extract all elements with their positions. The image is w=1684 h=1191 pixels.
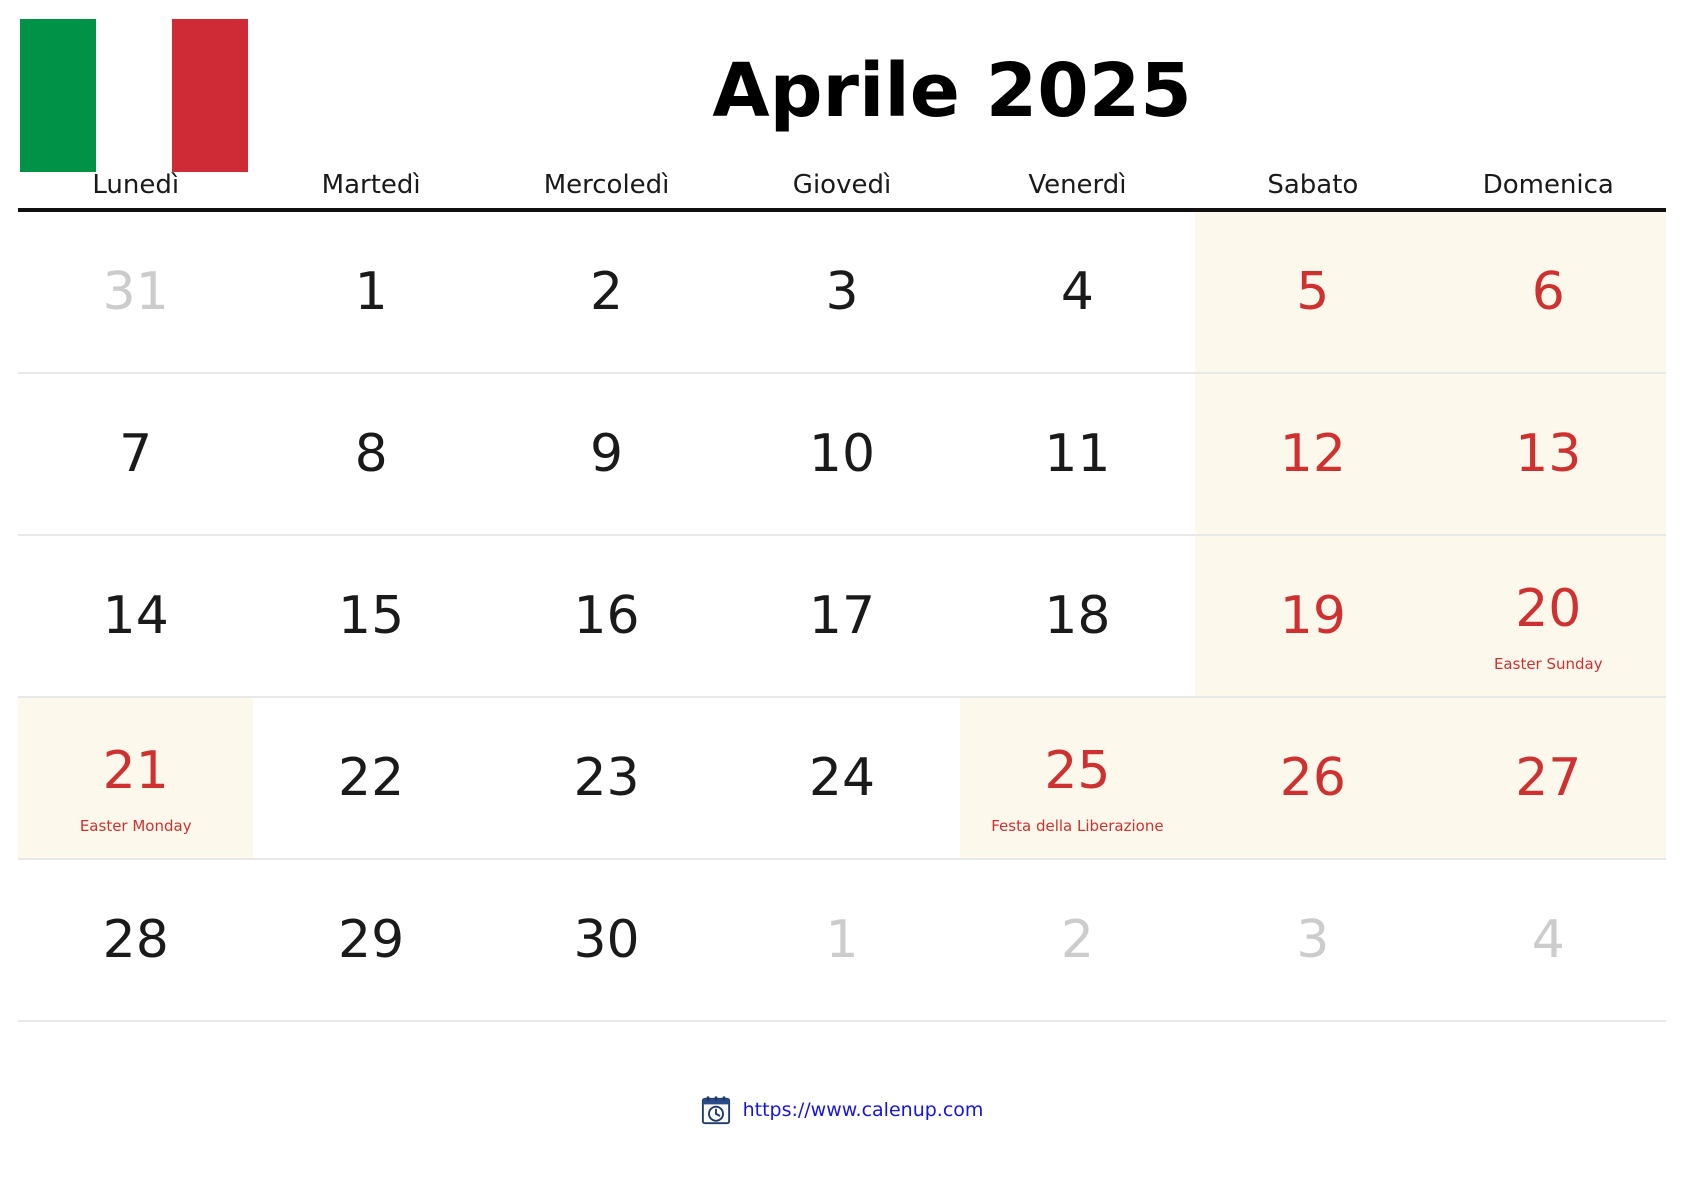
day-number: 21 [102,741,169,801]
day-cell-thursday[interactable]: 10 [724,374,959,534]
calendar-page: Aprile 2025 Lunedì Martedì Mercoledì Gio… [0,0,1684,1191]
day-number: 12 [1279,424,1346,484]
day-number: 7 [119,424,153,484]
day-cell-friday[interactable]: 4 [960,212,1195,372]
day-number: 1 [825,910,859,970]
day-cell-wednesday[interactable]: 2 [489,212,724,372]
day-number: 2 [1060,910,1094,970]
weekday-monday: Lunedì [92,170,180,200]
day-cell-sunday[interactable]: 4 [1431,860,1666,1020]
day-cell-thursday[interactable]: 3 [724,212,959,372]
holiday-label: Festa della Liberazione [991,817,1164,835]
weekday-friday: Venerdì [1028,170,1127,200]
day-cell-friday[interactable]: 2 [960,860,1195,1020]
day-cell-monday[interactable]: 7 [18,374,253,534]
day-cell-monday[interactable]: 31 [18,212,253,372]
day-number: 16 [573,586,640,646]
day-number: 5 [1296,262,1330,322]
day-number: 18 [1044,586,1111,646]
day-number: 28 [102,910,169,970]
calendar-clock-icon [701,1095,731,1125]
day-number: 25 [1044,741,1111,801]
day-number: 20 [1515,579,1582,639]
day-number: 13 [1515,424,1582,484]
day-number: 4 [1060,262,1094,322]
day-number: 23 [573,748,640,808]
day-number: 24 [808,748,876,808]
day-cell-monday[interactable]: 14 [18,536,253,696]
weekday-saturday: Sabato [1267,170,1359,200]
day-number: 30 [573,910,640,970]
weekday-header-row: Lunedì Martedì Mercoledì Giovedì Venerdì… [18,170,1666,212]
day-cell-sunday[interactable]: 27 [1430,698,1666,858]
page-header: Aprile 2025 [0,0,1684,178]
calendar-week-row: 7 8 9 10 11 12 13 [18,374,1666,536]
day-number: 31 [102,262,169,322]
day-cell-tuesday[interactable]: 29 [253,860,488,1020]
day-number: 11 [1044,424,1111,484]
day-number: 27 [1515,748,1582,808]
calendar-grid: Lunedì Martedì Mercoledì Giovedì Venerdì… [18,170,1666,1022]
footer-url[interactable]: https://www.calenup.com [743,1099,984,1121]
day-number: 8 [354,424,388,484]
holiday-label: Easter Monday [79,817,192,835]
calendar-week-row: 31 1 2 3 4 5 6 [18,212,1666,374]
day-cell-sunday[interactable]: 13 [1430,374,1666,534]
day-number: 17 [808,586,876,646]
day-cell-wednesday[interactable]: 23 [489,698,724,858]
day-number: 3 [1296,910,1330,970]
day-cell-sunday[interactable]: 20 Easter Sunday [1430,536,1666,696]
day-cell-monday[interactable]: 28 [18,860,253,1020]
day-cell-thursday[interactable]: 1 [724,860,959,1020]
day-cell-monday[interactable]: 21 Easter Monday [18,698,254,858]
page-title: Aprile 2025 [712,48,1192,134]
day-cell-thursday[interactable]: 24 [724,698,959,858]
day-number: 6 [1531,262,1565,322]
footer: https://www.calenup.com [0,1095,1684,1125]
weekday-sunday: Domenica [1482,170,1614,200]
day-cell-tuesday[interactable]: 1 [253,212,488,372]
day-cell-saturday[interactable]: 19 [1195,536,1431,696]
day-cell-wednesday[interactable]: 30 [489,860,724,1020]
day-cell-saturday[interactable]: 26 [1195,698,1431,858]
day-cell-thursday[interactable]: 17 [724,536,959,696]
day-cell-wednesday[interactable]: 16 [489,536,724,696]
weekday-tuesday: Martedì [321,170,421,200]
day-cell-friday[interactable]: 25 Festa della Liberazione [959,698,1196,858]
day-number: 9 [590,424,624,484]
holiday-label: Easter Sunday [1493,655,1603,673]
day-cell-tuesday[interactable]: 15 [253,536,488,696]
day-number: 4 [1531,910,1565,970]
day-number: 29 [338,910,405,970]
calendar-week-row: 14 15 16 17 18 19 20 Easter Sunday [18,536,1666,698]
day-number: 15 [338,586,405,646]
calendar-week-row: 28 29 30 1 2 3 4 [18,860,1666,1022]
day-cell-saturday[interactable]: 5 [1195,212,1431,372]
weekday-wednesday: Mercoledì [543,170,670,200]
day-cell-tuesday[interactable]: 22 [253,698,488,858]
day-cell-friday[interactable]: 18 [960,536,1195,696]
day-cell-friday[interactable]: 11 [960,374,1195,534]
day-number: 2 [590,262,624,322]
calendar-week-row: 21 Easter Monday 22 23 24 25 Festa della Liber… [18,698,1666,860]
day-number: 26 [1279,748,1346,808]
weekday-thursday: Giovedì [792,170,892,200]
day-cell-saturday[interactable]: 3 [1195,860,1430,1020]
day-number: 22 [338,748,405,808]
day-number: 14 [102,586,169,646]
day-number: 19 [1279,586,1346,646]
day-cell-saturday[interactable]: 12 [1195,374,1431,534]
day-cell-tuesday[interactable]: 8 [253,374,488,534]
calendar-weeks: 31 1 2 3 4 5 6 7 8 9 10 11 12 13 14 15 16 17 18 19 20 Easter … [18,212,1666,1022]
day-number: 10 [808,424,876,484]
day-cell-wednesday[interactable]: 9 [489,374,724,534]
day-number: 1 [354,262,388,322]
day-number: 3 [825,262,859,322]
day-cell-sunday[interactable]: 6 [1430,212,1666,372]
